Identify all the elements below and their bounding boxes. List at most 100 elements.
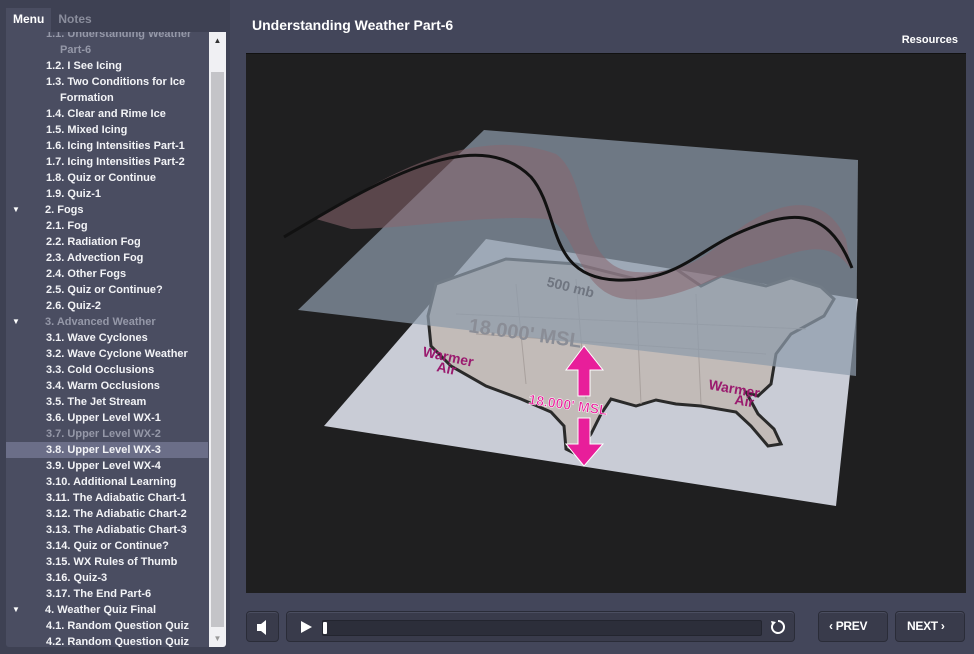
menu-section[interactable]: ▼ 2. Fogs: [6, 202, 208, 218]
menu-item[interactable]: 3.9. Upper Level WX-4: [6, 458, 208, 474]
prev-button[interactable]: ‹ PREV: [818, 611, 888, 642]
player-controls: ‹ PREV NEXT ›: [230, 600, 974, 654]
menu-item[interactable]: 3.5. The Jet Stream: [6, 394, 208, 410]
menu-item-label: 3.15. WX Rules of Thumb: [46, 556, 178, 568]
menu-item[interactable]: 1.7. Icing Intensities Part-2: [6, 154, 208, 170]
scroll-thumb[interactable]: [211, 72, 224, 627]
menu-item[interactable]: 2.1. Fog: [6, 218, 208, 234]
menu-item[interactable]: 3.1. Wave Cyclones: [6, 330, 208, 346]
menu-item[interactable]: 3.3. Cold Occlusions: [6, 362, 208, 378]
menu-item[interactable]: 2.5. Quiz or Continue?: [6, 282, 208, 298]
menu-item[interactable]: 1.6. Icing Intensities Part-1: [6, 138, 208, 154]
menu-item[interactable]: 3.7. Upper Level WX-2: [6, 426, 208, 442]
menu-item[interactable]: 2.6. Quiz-2: [6, 298, 208, 314]
menu-item-label: 1.9. Quiz-1: [46, 188, 102, 200]
menu-item[interactable]: 3.13. The Adiabatic Chart-3: [6, 522, 208, 538]
menu-item-label: 4. Weather Quiz Final: [45, 604, 157, 616]
menu-item-label: 1.6. Icing Intensities Part-1: [46, 140, 185, 152]
caret-down-icon[interactable]: ▼: [12, 202, 20, 218]
resources-link[interactable]: Resources: [902, 34, 958, 46]
menu-item-label: 2.3. Advection Fog: [46, 252, 144, 264]
menu-item-label-cont: Formation: [60, 92, 114, 104]
next-label: NEXT ›: [907, 619, 945, 633]
menu-item-label: 3.13. The Adiabatic Chart-3: [46, 524, 187, 536]
menu-item-label: 1.7. Icing Intensities Part-2: [46, 156, 185, 168]
menu-item-label: 1.4. Clear and Rime Ice: [46, 108, 166, 120]
menu-item[interactable]: 1.4. Clear and Rime Ice: [6, 106, 208, 122]
menu-item-label: 3. Advanced Weather: [45, 316, 156, 328]
play-icon[interactable]: [299, 620, 313, 634]
menu-item-label: 2.5. Quiz or Continue?: [46, 284, 163, 296]
menu-item[interactable]: 1.8. Quiz or Continue: [6, 170, 208, 186]
menu-item-label: 2.4. Other Fogs: [46, 268, 127, 280]
menu-item[interactable]: 3.6. Upper Level WX-1: [6, 410, 208, 426]
menu-item-label: 3.2. Wave Cyclone Weather: [46, 348, 188, 360]
sidebar-tabs: Menu Notes: [6, 8, 99, 32]
menu-item-label: 2.1. Fog: [46, 220, 88, 232]
menu-item[interactable]: 3.17. The End Part-6: [6, 586, 208, 602]
menu-item-label: 2. Fogs: [45, 204, 84, 216]
speaker-icon: [257, 620, 266, 635]
volume-button[interactable]: [246, 611, 279, 642]
caret-down-icon[interactable]: ▼: [12, 314, 20, 330]
menu-item-label: 2.2. Radiation Fog: [46, 236, 141, 248]
menu-item-label: 3.3. Cold Occlusions: [46, 364, 155, 376]
course-player: Menu Notes 1.1. Understanding Weather Par…: [0, 0, 974, 654]
menu-item-label: 4.2. Random Question Quiz: [46, 636, 190, 647]
weather-illustration: 500 mb 18.000' MSL Warmer Air Warmer Air…: [283, 130, 858, 506]
scroll-up-arrow-icon[interactable]: ▲: [209, 32, 226, 49]
progress-fill: [323, 622, 328, 634]
menu-item-label: 1.1. Understanding Weather: [46, 32, 192, 40]
menu-item[interactable]: 3.2. Wave Cyclone Weather: [6, 346, 208, 362]
media-player: [286, 611, 795, 642]
menu-item-label: 3.6. Upper Level WX-1: [46, 412, 161, 424]
next-button[interactable]: NEXT ›: [895, 611, 965, 642]
menu-item[interactable]: 3.16. Quiz-3: [6, 570, 208, 586]
menu-item[interactable]: 3.10. Additional Learning: [6, 474, 208, 490]
menu-item-label: 1.2. I See Icing: [46, 60, 122, 72]
menu-list: 1.1. Understanding Weather Part-6 1.2. I S…: [6, 32, 208, 647]
sidebar: Menu Notes 1.1. Understanding Weather Par…: [0, 0, 230, 654]
menu-item[interactable]: 3.14. Quiz or Continue?: [6, 538, 208, 554]
menu-item[interactable]: 3.8. Upper Level WX-3: [6, 442, 208, 458]
menu-item-label: 1.8. Quiz or Continue: [46, 172, 157, 184]
menu-item-label: 3.16. Quiz-3: [46, 572, 108, 584]
menu-item-label: 3.4. Warm Occlusions: [46, 380, 160, 392]
menu-section[interactable]: ▼ 3. Advanced Weather: [6, 314, 208, 330]
menu-item-label: 3.10. Additional Learning: [46, 476, 177, 488]
menu-item[interactable]: 1.1. Understanding Weather Part-6: [6, 32, 208, 58]
slide-title: Understanding Weather Part-6: [252, 17, 454, 33]
menu-item[interactable]: 3.4. Warm Occlusions: [6, 378, 208, 394]
menu-scrollbar[interactable]: ▲ ▼: [209, 32, 226, 647]
menu-item-label: 4.1. Random Question Quiz: [46, 620, 190, 632]
caret-down-icon[interactable]: ▼: [12, 602, 20, 618]
menu-item[interactable]: 1.5. Mixed Icing: [6, 122, 208, 138]
menu-item-label: 3.12. The Adiabatic Chart-2: [46, 508, 187, 520]
menu-item-label: 3.5. The Jet Stream: [46, 396, 147, 408]
menu-item-label: 1.5. Mixed Icing: [46, 124, 128, 136]
menu-item[interactable]: 3.11. The Adiabatic Chart-1: [6, 490, 208, 506]
menu-item[interactable]: 2.2. Radiation Fog: [6, 234, 208, 250]
prev-label: ‹ PREV: [829, 619, 868, 633]
menu-item[interactable]: 4.1. Random Question Quiz: [6, 618, 208, 634]
menu-item-label: 2.6. Quiz-2: [46, 300, 102, 312]
menu-item[interactable]: 3.15. WX Rules of Thumb: [6, 554, 208, 570]
menu-section[interactable]: ▼ 4. Weather Quiz Final: [6, 602, 208, 618]
menu-panel: 1.1. Understanding Weather Part-6 1.2. I S…: [6, 32, 226, 647]
scroll-down-arrow-icon[interactable]: ▼: [209, 630, 226, 647]
replay-icon[interactable]: [770, 619, 786, 635]
warm-air-east-2: Air: [733, 391, 755, 410]
tab-menu[interactable]: Menu: [6, 8, 52, 32]
menu-item-label: 3.1. Wave Cyclones: [46, 332, 148, 344]
menu-item[interactable]: 1.2. I See Icing: [6, 58, 208, 74]
tab-notes[interactable]: Notes: [51, 8, 98, 32]
menu-item[interactable]: 1.9. Quiz-1: [6, 186, 208, 202]
menu-item[interactable]: 4.2. Random Question Quiz: [6, 634, 208, 647]
menu-item[interactable]: 3.12. The Adiabatic Chart-2: [6, 506, 208, 522]
menu-item[interactable]: 2.3. Advection Fog: [6, 250, 208, 266]
menu-item-label: 3.8. Upper Level WX-3: [46, 444, 161, 456]
menu-item-label: 3.14. Quiz or Continue?: [46, 540, 169, 552]
menu-item[interactable]: 2.4. Other Fogs: [6, 266, 208, 282]
progress-bar[interactable]: [322, 620, 762, 636]
menu-item[interactable]: 1.3. Two Conditions for Ice Formation: [6, 74, 208, 106]
